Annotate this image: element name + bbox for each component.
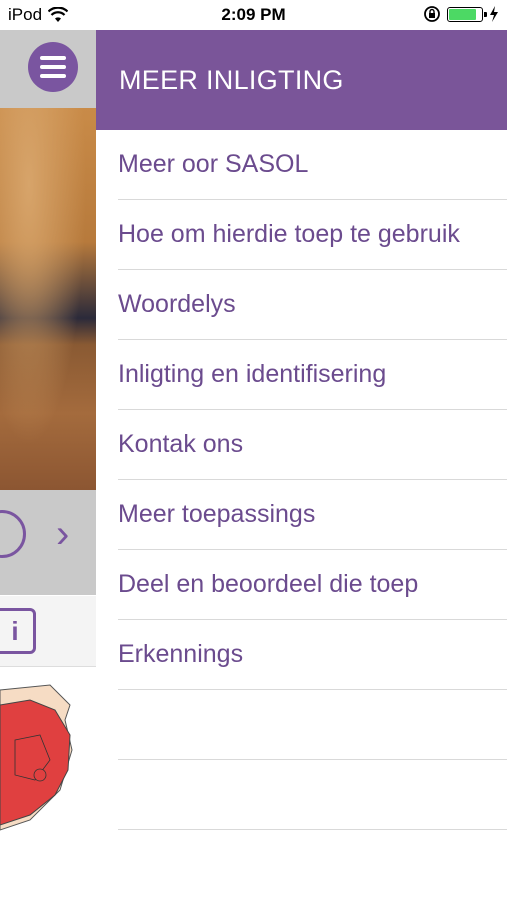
background-header bbox=[0, 30, 96, 108]
info-bar: i bbox=[0, 596, 96, 667]
drawer-menu: Meer oor SASOL Hoe om hierdie toep te ge… bbox=[96, 130, 507, 830]
hamburger-icon bbox=[40, 56, 66, 60]
menu-item-deel-en-beoordeel[interactable]: Deel en beoordeel die toep bbox=[118, 550, 507, 620]
menu-item-label: Kontak ons bbox=[118, 430, 244, 458]
menu-item-label: Hoe om hierdie toep te gebruik bbox=[118, 220, 460, 248]
menu-item-kontak-ons[interactable]: Kontak ons bbox=[118, 410, 507, 480]
menu-item-meer-oor-sasol[interactable]: Meer oor SASOL bbox=[118, 130, 507, 200]
menu-item-empty bbox=[118, 690, 507, 760]
menu-item-meer-toepassings[interactable]: Meer toepassings bbox=[118, 480, 507, 550]
menu-item-empty bbox=[118, 760, 507, 830]
side-drawer: MEER INLIGTING Meer oor SASOL Hoe om hie… bbox=[96, 30, 507, 900]
distribution-map bbox=[0, 684, 73, 831]
menu-item-label: Woordelys bbox=[118, 290, 236, 318]
menu-item-label: Meer oor SASOL bbox=[118, 150, 309, 178]
info-icon[interactable]: i bbox=[0, 608, 36, 654]
menu-item-erkennings[interactable]: Erkennings bbox=[118, 620, 507, 690]
menu-item-inligting[interactable]: Inligting en identifisering bbox=[118, 340, 507, 410]
play-circle-icon[interactable] bbox=[0, 510, 26, 558]
menu-item-label: Meer toepassings bbox=[118, 500, 316, 528]
bird-photo bbox=[0, 108, 96, 490]
menu-item-label: Deel en beoordeel die toep bbox=[118, 570, 419, 598]
status-bar: iPod 2:09 PM bbox=[0, 0, 507, 30]
drawer-title: MEER INLIGTING bbox=[119, 64, 344, 95]
menu-item-hoe-om-te-gebruik[interactable]: Hoe om hierdie toep te gebruik bbox=[118, 200, 507, 270]
battery-level bbox=[449, 8, 476, 20]
battery-icon bbox=[447, 6, 487, 22]
chevron-right-icon[interactable]: › bbox=[56, 514, 69, 554]
background-app: › i bbox=[0, 30, 96, 900]
rotation-lock-icon bbox=[424, 6, 440, 22]
menu-item-label: Inligting en identifisering bbox=[118, 360, 387, 388]
drawer-header: MEER INLIGTING bbox=[96, 30, 507, 130]
menu-item-label: Erkennings bbox=[118, 640, 244, 668]
status-right bbox=[423, 5, 499, 23]
charging-icon bbox=[490, 6, 498, 22]
menu-item-woordelys[interactable]: Woordelys bbox=[118, 270, 507, 340]
menu-button[interactable] bbox=[28, 42, 78, 92]
background-nav: › bbox=[0, 490, 96, 595]
